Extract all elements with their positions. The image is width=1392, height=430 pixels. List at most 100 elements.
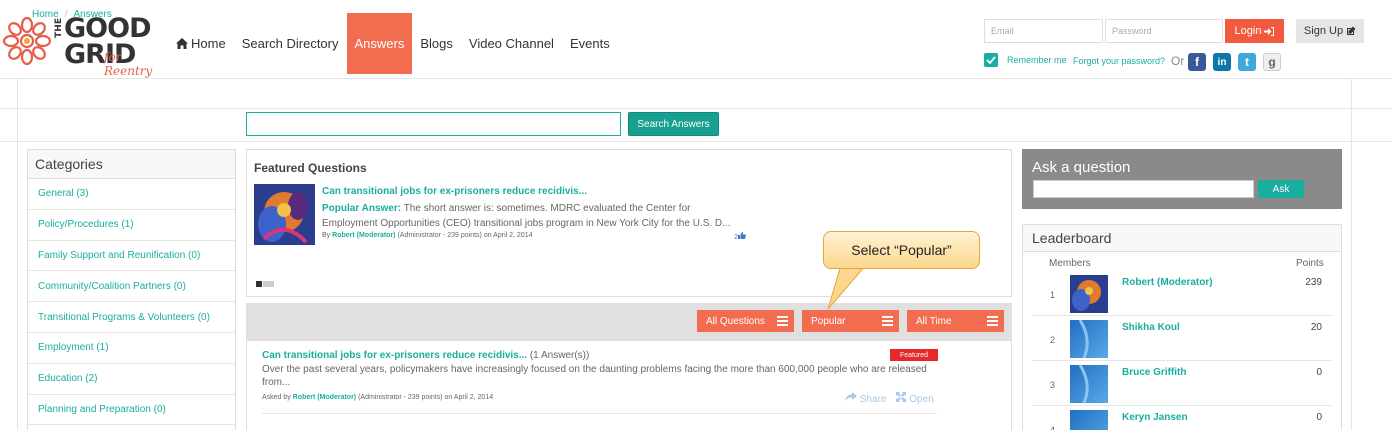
leaderboard-row: 2 Shikha Koul 20 — [1032, 316, 1332, 361]
nav-home[interactable]: Home — [168, 13, 234, 74]
or-text: Or — [1171, 54, 1185, 68]
main-nav: Home Search Directory Answers Blogs Vide… — [168, 13, 618, 74]
share-button[interactable]: Share — [845, 392, 886, 405]
linkedin-icon[interactable]: in — [1213, 53, 1231, 71]
breadcrumb-bar — [0, 78, 1392, 109]
leaderboard-row: 3 Bruce Griffith 0 — [1032, 361, 1332, 406]
flower-logo-icon — [2, 16, 52, 66]
ask-input[interactable] — [1033, 180, 1254, 198]
member-name-link[interactable]: Bruce Griffith — [1122, 367, 1186, 378]
member-points: 20 — [1310, 322, 1322, 333]
google-icon[interactable]: g — [1263, 53, 1281, 71]
logo-tagline: for Reentry — [104, 50, 153, 78]
popular-filter[interactable]: Popular — [802, 310, 899, 332]
question-meta: Asked by Robert (Moderator) (Administrat… — [262, 394, 494, 401]
question-title[interactable]: Can transitional jobs for ex-prisoners r… — [262, 350, 589, 361]
twitter-icon[interactable]: t — [1238, 53, 1256, 71]
leaderboard-title: Leaderboard — [1023, 225, 1341, 252]
callout-pointer — [827, 265, 868, 310]
breadcrumb: Home / Answers — [32, 9, 112, 20]
category-item[interactable]: Planning and Preparation (0) — [28, 395, 235, 426]
featured-badge: Featured — [890, 349, 938, 361]
login-label: Login — [1234, 25, 1262, 37]
site-header: THE GOOD GRID for Reentry Home Search Di… — [0, 0, 1392, 78]
featured-meta: By Robert (Moderator) (Administrator - 2… — [322, 232, 533, 239]
nav-home-label: Home — [191, 36, 226, 51]
category-item[interactable]: Education (2) — [28, 364, 235, 395]
categories-panel: Categories General (3) Policy/Procedures… — [27, 149, 236, 430]
remember-me[interactable]: Remember me — [984, 53, 1067, 67]
member-points: 0 — [1316, 367, 1322, 378]
category-item[interactable]: Family Support and Reunification (0) — [28, 241, 235, 272]
featured-answer: Popular Answer: The short answer is: som… — [322, 201, 742, 231]
likes-count[interactable]: 2 — [734, 232, 746, 241]
category-item[interactable]: Employment (1) — [28, 333, 235, 364]
featured-title: Featured Questions — [254, 161, 367, 175]
site-logo[interactable]: THE GOOD GRID for Reentry — [2, 14, 167, 78]
nav-video-channel[interactable]: Video Channel — [461, 13, 562, 74]
menu-icon — [987, 316, 998, 326]
list-item: Can transitional jobs for ex-prisoners r… — [246, 341, 1012, 430]
ask-button[interactable]: Ask — [1258, 180, 1304, 198]
ask-question-panel: Ask a question Ask — [1022, 149, 1342, 209]
expand-icon — [896, 392, 907, 402]
categories-title: Categories — [28, 150, 235, 179]
sign-in-icon — [1264, 26, 1275, 36]
question-author-link[interactable]: Robert (Moderator) — [293, 394, 356, 401]
home-icon — [176, 38, 188, 49]
instruction-callout: Select “Popular” — [823, 231, 980, 269]
nav-events[interactable]: Events — [562, 13, 618, 74]
question-excerpt: Over the past several years, policymaker… — [262, 364, 927, 388]
menu-icon — [777, 316, 788, 326]
open-button[interactable]: Open — [896, 392, 934, 405]
leaderboard-row: 1 Robert (Moderator) 239 — [1032, 271, 1332, 316]
thumbs-up-icon — [737, 232, 746, 239]
featured-author-link[interactable]: Robert (Moderator) — [332, 232, 395, 239]
points-header: Points — [1296, 258, 1324, 269]
leaderboard-row: 4 Keryn Jansen 0 — [1032, 406, 1332, 430]
password-input[interactable]: Password — [1105, 19, 1223, 43]
nav-search-directory[interactable]: Search Directory — [234, 13, 347, 74]
carousel-dots[interactable] — [256, 281, 274, 287]
member-name-link[interactable]: Shikha Koul — [1122, 322, 1180, 333]
facebook-icon[interactable]: f — [1188, 53, 1206, 71]
leaderboard-panel: Leaderboard Members Points 1 Robert (Mod… — [1022, 224, 1342, 430]
member-points: 0 — [1316, 412, 1322, 423]
avatar[interactable] — [1070, 275, 1108, 313]
search-answers-button[interactable]: Search Answers — [628, 112, 719, 136]
avatar[interactable] — [1070, 320, 1108, 358]
answer-count: (1 Answer(s)) — [527, 350, 590, 361]
question-actions: Share Open — [845, 392, 934, 405]
featured-questions-panel: Featured Questions Can transitional jobs… — [246, 149, 1012, 297]
all-time-filter[interactable]: All Time — [907, 310, 1004, 332]
member-name-link[interactable]: Keryn Jansen — [1122, 412, 1188, 423]
forgot-password-link[interactable]: Forgot your password? — [1073, 56, 1165, 66]
signup-button[interactable]: Sign Up — [1296, 19, 1364, 43]
avatar[interactable] — [1070, 365, 1108, 403]
popular-answer-label: Popular Answer: — [322, 203, 402, 214]
member-name-link[interactable]: Robert (Moderator) — [1122, 277, 1213, 288]
featured-question-link[interactable]: Can transitional jobs for ex-prisoners r… — [322, 186, 587, 197]
search-input[interactable] — [246, 112, 621, 136]
email-input[interactable]: Email — [984, 19, 1103, 43]
remember-label: Remember me — [1007, 55, 1067, 65]
all-questions-filter[interactable]: All Questions — [697, 310, 794, 332]
member-points: 239 — [1305, 277, 1322, 288]
nav-blogs[interactable]: Blogs — [412, 13, 461, 74]
breadcrumb-home[interactable]: Home — [32, 9, 59, 20]
breadcrumb-current[interactable]: Answers — [73, 9, 111, 20]
login-button[interactable]: Login — [1225, 19, 1284, 43]
nav-answers[interactable]: Answers — [346, 13, 413, 74]
logo-the: THE — [54, 18, 64, 38]
category-item[interactable]: Community/Coalition Partners (0) — [28, 271, 235, 303]
ask-title: Ask a question — [1032, 159, 1131, 176]
checkbox-checked-icon[interactable] — [984, 53, 998, 67]
category-item[interactable]: Transitional Programs & Volunteers (0) — [28, 302, 235, 333]
signup-label: Sign Up — [1303, 25, 1344, 37]
avatar[interactable] — [254, 184, 315, 245]
avatar[interactable] — [1070, 410, 1108, 430]
members-header: Members — [1049, 258, 1091, 269]
category-item[interactable]: Policy/Procedures (1) — [28, 210, 235, 241]
menu-icon — [882, 316, 893, 326]
category-item[interactable]: General (3) — [28, 179, 235, 210]
